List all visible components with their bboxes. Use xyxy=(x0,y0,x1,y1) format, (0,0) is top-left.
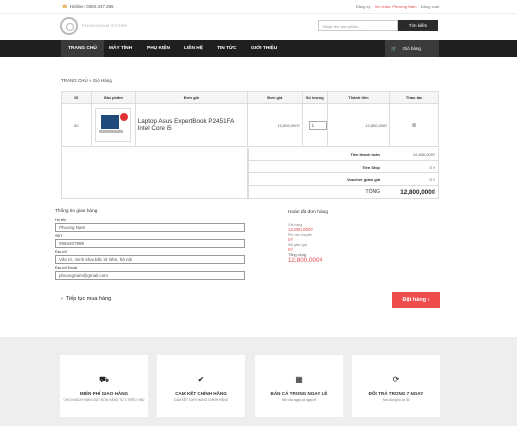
remove-circle-icon[interactable]: ⊗ xyxy=(412,123,417,129)
goods-value: 12,800,000₫ xyxy=(288,227,313,232)
feature-genuine: ✔ CAM KẾT CHÍNH HÃNG CAM KẾT 100% HÀNG C… xyxy=(157,355,245,417)
cart-table: ID Sản phẩm Đơn giá Đơn giá Số lượng Thà… xyxy=(61,91,439,147)
feature-desc: Mở cửa ngày cả ngày lễ xyxy=(281,398,317,402)
summary-row-payment: Tiền thanh toán 12,800,000₫ xyxy=(248,148,439,161)
hotline: ☎ Hotline: 0394.347.285 xyxy=(62,4,114,10)
col-name: Đơn giá xyxy=(134,91,248,104)
chevron-right-icon: › xyxy=(427,297,430,303)
nav-item-contact[interactable]: LIÊN HỆ xyxy=(184,40,203,57)
search-button[interactable]: Tìm kiếm xyxy=(398,20,438,31)
row-actions: ⊗ xyxy=(389,103,439,147)
summary-value: 0 ₫ xyxy=(429,177,435,182)
col-actions: Thao tác xyxy=(389,91,439,104)
feature-desc: Nếu đồng bộ có lỗi xyxy=(382,398,410,402)
total-label: TỔNG xyxy=(365,188,380,195)
nav-item-about[interactable]: GIỚI THIỆU xyxy=(251,40,277,57)
discount-value: 0₫ xyxy=(288,247,293,252)
feature-title: BÁN CẢ TRONG NGAY LỄ xyxy=(270,391,328,396)
row-product-image-cell xyxy=(90,103,136,147)
summary-value: 12,800,000₫ xyxy=(412,152,435,157)
sale-tag xyxy=(120,113,129,121)
name-field[interactable]: Phuong Nam xyxy=(55,223,245,232)
main-nav: TRANG CHỦ MÁY TÍNH PHỤ KIỆN LIÊN HỆ TIN … xyxy=(0,40,517,57)
chevron-left-icon: ‹ xyxy=(61,296,63,302)
register-link[interactable]: Đăng ký xyxy=(356,4,371,9)
hotline-text: Hotline: 0394.347.285 xyxy=(69,4,114,9)
check-icon: ✔ xyxy=(197,375,205,384)
row-unit-price: 12,800,000₫ xyxy=(246,103,303,147)
feature-title: CAM KẾT CHÍNH HÃNG xyxy=(175,391,227,396)
table-row: 82 Laptop Asus ExpertBook P2451FA Intel … xyxy=(61,103,439,147)
laptop-base xyxy=(99,130,124,133)
feature-title: MIỄN PHÍ GIAO HÀNG xyxy=(79,391,129,396)
col-unit-price: Đơn giá xyxy=(246,91,303,104)
summary-label: Tiền Ship xyxy=(362,164,380,170)
site-logo[interactable]: PHONGNAM STORE xyxy=(60,17,130,35)
search-input[interactable]: Nhập tên sản phẩm... xyxy=(318,20,398,31)
logout-link[interactable]: Đăng xuất xyxy=(421,4,439,9)
row-id: 82 xyxy=(61,103,92,147)
place-order-label: Đặt hàng xyxy=(402,297,427,303)
summary-row-shipping: Tiền Ship 0 ₫ xyxy=(248,160,439,173)
feature-free-shipping: ⛟ MIỄN PHÍ GIAO HÀNG CHO KHÁCH HÀNG ĐẠT … xyxy=(60,355,148,417)
logo-mark xyxy=(60,17,78,35)
cart-label: Giỏ hàng xyxy=(402,46,421,51)
address-field[interactable]: Văn tri, minh khai,bắc từ liêm, hà nội xyxy=(55,255,245,264)
top-bar: ☎ Hotline: 0394.347.285 Đăng ký Xin chào:… xyxy=(0,0,517,14)
shipping-form: Thông tin giao hàng Họ tên Phuong Nam SĐ… xyxy=(55,209,245,282)
continue-shopping-link[interactable]: ‹ Tiếp tục mua hàng xyxy=(61,296,111,302)
col-quantity: Số lượng xyxy=(301,91,328,104)
summary-label: Tiền thanh toán xyxy=(350,152,380,157)
breadcrumb: TRANG CHỦ » Giỏ Hàng xyxy=(61,78,112,83)
cart-button[interactable]: 🛒 Giỏ hàng xyxy=(385,40,439,57)
product-name[interactable]: Laptop Asus ExpertBook P2451FA Intel Cor… xyxy=(134,103,248,147)
summary-label: Voucher giảm giá xyxy=(346,177,380,182)
summary-row-total: TỔNG 12,800,000₫ xyxy=(248,185,439,199)
shipping-title: Thông tin giao hàng xyxy=(55,209,98,214)
user-greeting-link[interactable]: Xin chào: Phương Nam xyxy=(375,4,417,9)
row-quantity-cell: 1 xyxy=(301,103,328,147)
place-order-button[interactable]: Đặt hàng › xyxy=(392,292,440,308)
continue-shopping-label: Tiếp tục mua hàng xyxy=(65,296,112,302)
logo-text: PHONGNAM STORE xyxy=(82,23,128,28)
shipping-fee-value: 0₫ xyxy=(288,237,293,242)
truck-icon: ⛟ xyxy=(98,375,110,384)
order-summary: Hoàn tất đơn hàng Giá hàng 12,800,000₫ P… xyxy=(288,210,408,264)
feature-desc: CHO KHÁCH HÀNG ĐẠT ĐƠN HÀNG TỪ 3 TRIỆU V… xyxy=(63,398,145,402)
nav-item-accessories[interactable]: PHỤ KIỆN xyxy=(147,40,170,57)
col-subtotal: Thành tiền xyxy=(326,91,391,104)
nav-item-news[interactable]: TIN TỨC xyxy=(217,40,236,57)
cart-summary: Tiền thanh toán 12,800,000₫ Tiền Ship 0 … xyxy=(61,148,439,199)
col-id: ID xyxy=(61,91,92,104)
laptop-screen xyxy=(101,115,120,129)
feature-title: ĐỔI TRẢ TRONG 7 NGAY xyxy=(368,391,424,396)
account-links: Đăng ký Xin chào: Phương Nam Đăng xuất xyxy=(353,4,439,9)
cart-icon: 🛒 xyxy=(391,46,397,51)
calendar-icon: ▦ xyxy=(295,375,303,384)
nav-item-computers[interactable]: MÁY TÍNH xyxy=(109,40,132,57)
feature-return: ⟳ ĐỔI TRẢ TRONG 7 NGAY Nếu đồng bộ có lỗ… xyxy=(352,355,440,417)
feature-holiday: ▦ BÁN CẢ TRONG NGAY LỄ Mở cửa ngày cả ng… xyxy=(255,355,343,417)
col-product: Sản phẩm xyxy=(90,91,136,104)
phone-field[interactable]: 0983407999 xyxy=(55,239,245,248)
refresh-icon: ⟳ xyxy=(392,375,400,384)
summary-blank-cell xyxy=(61,148,248,199)
grand-total-value: 12,800,000₫ xyxy=(288,257,323,264)
summary-row-voucher: Voucher giảm giá 0 ₫ xyxy=(248,173,439,186)
table-header-row: ID Sản phẩm Đơn giá Đơn giá Số lượng Thà… xyxy=(61,91,439,104)
row-subtotal: 12,800,000₫ xyxy=(326,103,391,147)
header: PHONGNAM STORE Nhập tên sản phẩm... Tìm … xyxy=(0,14,517,40)
feature-desc: CAM KẾT 100% HÀNG CHÍNH HÃNG xyxy=(173,398,229,402)
email-field[interactable]: phuongnam@gmail.com xyxy=(55,271,245,280)
total-value: 12,800,000₫ xyxy=(400,188,435,196)
phone-icon: ☎ xyxy=(62,4,68,9)
summary-value: 0 ₫ xyxy=(429,164,435,170)
product-image[interactable] xyxy=(95,108,132,142)
nav-item-home[interactable]: TRANG CHỦ xyxy=(61,40,104,57)
footer-features: ⛟ MIỄN PHÍ GIAO HÀNG CHO KHÁCH HÀNG ĐẠT … xyxy=(0,337,517,426)
order-summary-title: Hoàn tất đơn hàng xyxy=(288,210,328,215)
quantity-input[interactable]: 1 xyxy=(308,120,327,130)
